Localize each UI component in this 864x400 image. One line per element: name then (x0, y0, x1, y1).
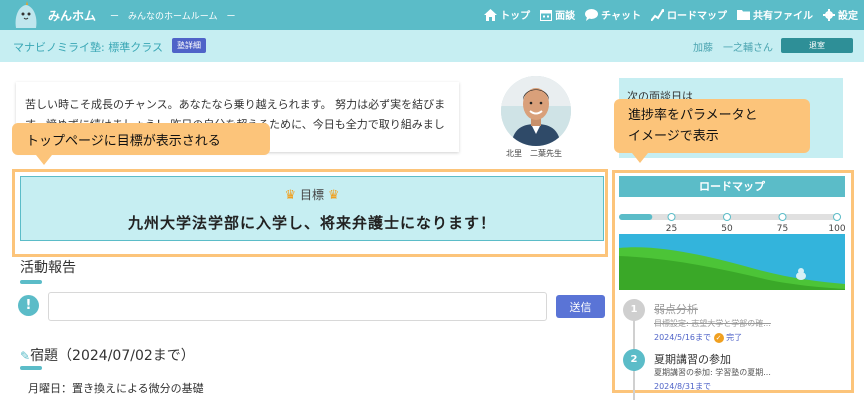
goal-text: 九州大学法学部に入学し、将来弁護士になります！ (127, 214, 496, 232)
step-description: 目標設定: 志望大学と学部の確... (654, 319, 771, 328)
section-accent (20, 280, 42, 284)
teacher-avatar (501, 76, 571, 146)
progress-tick-label: 75 (777, 224, 788, 234)
callout-text: イメージで表示 (628, 129, 719, 144)
user-name: 加藤 一之輔さん (693, 43, 773, 54)
calendar-icon (540, 9, 553, 21)
crown-icon: ♛ (327, 188, 340, 203)
progress-tick-label: 100 (828, 224, 845, 234)
nav-settings[interactable]: 設定 (823, 7, 858, 22)
step-number-2: 2 (623, 349, 645, 371)
activity-report-title: 活動報告 (20, 260, 76, 276)
pencil-icon: ✎ (20, 349, 31, 363)
nav-label: チャット (601, 11, 641, 22)
annotation-callout-roadmap: 進捗率をパラメータと イメージで表示 (614, 99, 810, 163)
progress-fill (619, 214, 653, 220)
gear-icon (823, 8, 835, 21)
chat-icon (585, 8, 599, 21)
step-status: 完了 (726, 333, 743, 342)
nav-label: 設定 (838, 11, 858, 22)
homework-title: 宿題（2024/07/02まで） (30, 348, 195, 364)
step-due-row: 2024/5/16まで ✓ 完了 (654, 332, 742, 343)
nav-label: ロードマップ (667, 11, 727, 22)
progress-tick (667, 213, 676, 221)
callout-text: トップページに目標が表示される (26, 134, 221, 149)
brand-tagline: ー みんなのホームルーム ー (110, 12, 236, 22)
homework-heading: ✎宿題（2024/07/02まで） (20, 345, 195, 365)
leave-button[interactable]: 退室 (781, 38, 853, 53)
nav-roadmap[interactable]: ロードマップ (651, 7, 727, 22)
step-description: 夏期講習の参加: 学習塾の夏期... (654, 368, 771, 377)
teacher-name: 北里 二葉先生 (506, 149, 562, 158)
step-title[interactable]: 弱点分析 (654, 301, 698, 317)
progress-landscape-image (619, 234, 845, 290)
class-name: マナビノミライ塾: 標準クラス (13, 41, 163, 54)
nav-shared-files[interactable]: 共有ファイル (737, 7, 813, 22)
top-navigation-bar: みんホム ー みんなのホームルーム ー トップ 面談 チャット ロードマップ 共… (0, 0, 864, 30)
step-due-date: 2024/8/31まで (654, 382, 712, 391)
homework-item[interactable]: 月曜日：置き換えによる微分の基礎 (28, 380, 204, 396)
section-accent (20, 366, 42, 370)
roadmap-progress-bar: 25 50 75 100 (619, 213, 845, 234)
nav-label: トップ (500, 11, 531, 22)
annotation-callout-goal: トップページに目標が表示される (12, 123, 270, 165)
mascot-logo-icon[interactable] (10, 0, 42, 30)
goal-label: 目標 (299, 188, 324, 202)
progress-tick-label: 50 (721, 224, 733, 234)
nav-chat[interactable]: チャット (585, 7, 641, 22)
step-due-date: 2024/5/16まで (654, 333, 712, 342)
step-number-1: 1 (623, 299, 645, 321)
goal-heading: ♛ 目標 ♛ (21, 186, 603, 203)
nav-meeting[interactable]: 面談 (540, 7, 575, 22)
crown-icon: ♛ (284, 188, 297, 203)
class-info-bar: マナビノミライ塾: 標準クラス 塾詳細 加藤 一之輔さん 退室 (0, 30, 864, 62)
check-icon: ✓ (713, 332, 724, 343)
home-icon (484, 8, 498, 21)
nav-top[interactable]: トップ (484, 7, 530, 22)
send-button[interactable]: 送信 (556, 295, 605, 318)
alert-icon: ! (18, 295, 39, 316)
roadmap-icon (651, 8, 664, 21)
progress-tick (778, 213, 787, 221)
goal-box: ♛ 目標 ♛ 九州大学法学部に入学し、将来弁護士になります！ (20, 176, 604, 241)
activity-report-input[interactable] (48, 292, 547, 321)
nav-label: 面談 (555, 11, 576, 22)
main-nav: トップ 面談 チャット ロードマップ 共有ファイル 設定 (484, 7, 858, 22)
progress-tick-label: 25 (666, 224, 677, 234)
progress-tick (833, 213, 841, 221)
roadmap-title[interactable]: ロードマップ (619, 176, 845, 197)
folder-icon (737, 10, 750, 20)
brand-name[interactable]: みんホム (48, 7, 96, 24)
school-detail-button[interactable]: 塾詳細 (172, 38, 206, 53)
progress-tick (723, 213, 731, 221)
callout-text: 進捗率をパラメータと (628, 108, 758, 123)
step-title[interactable]: 夏期講習の参加 (654, 351, 731, 367)
nav-label: 共有ファイル (753, 11, 813, 22)
